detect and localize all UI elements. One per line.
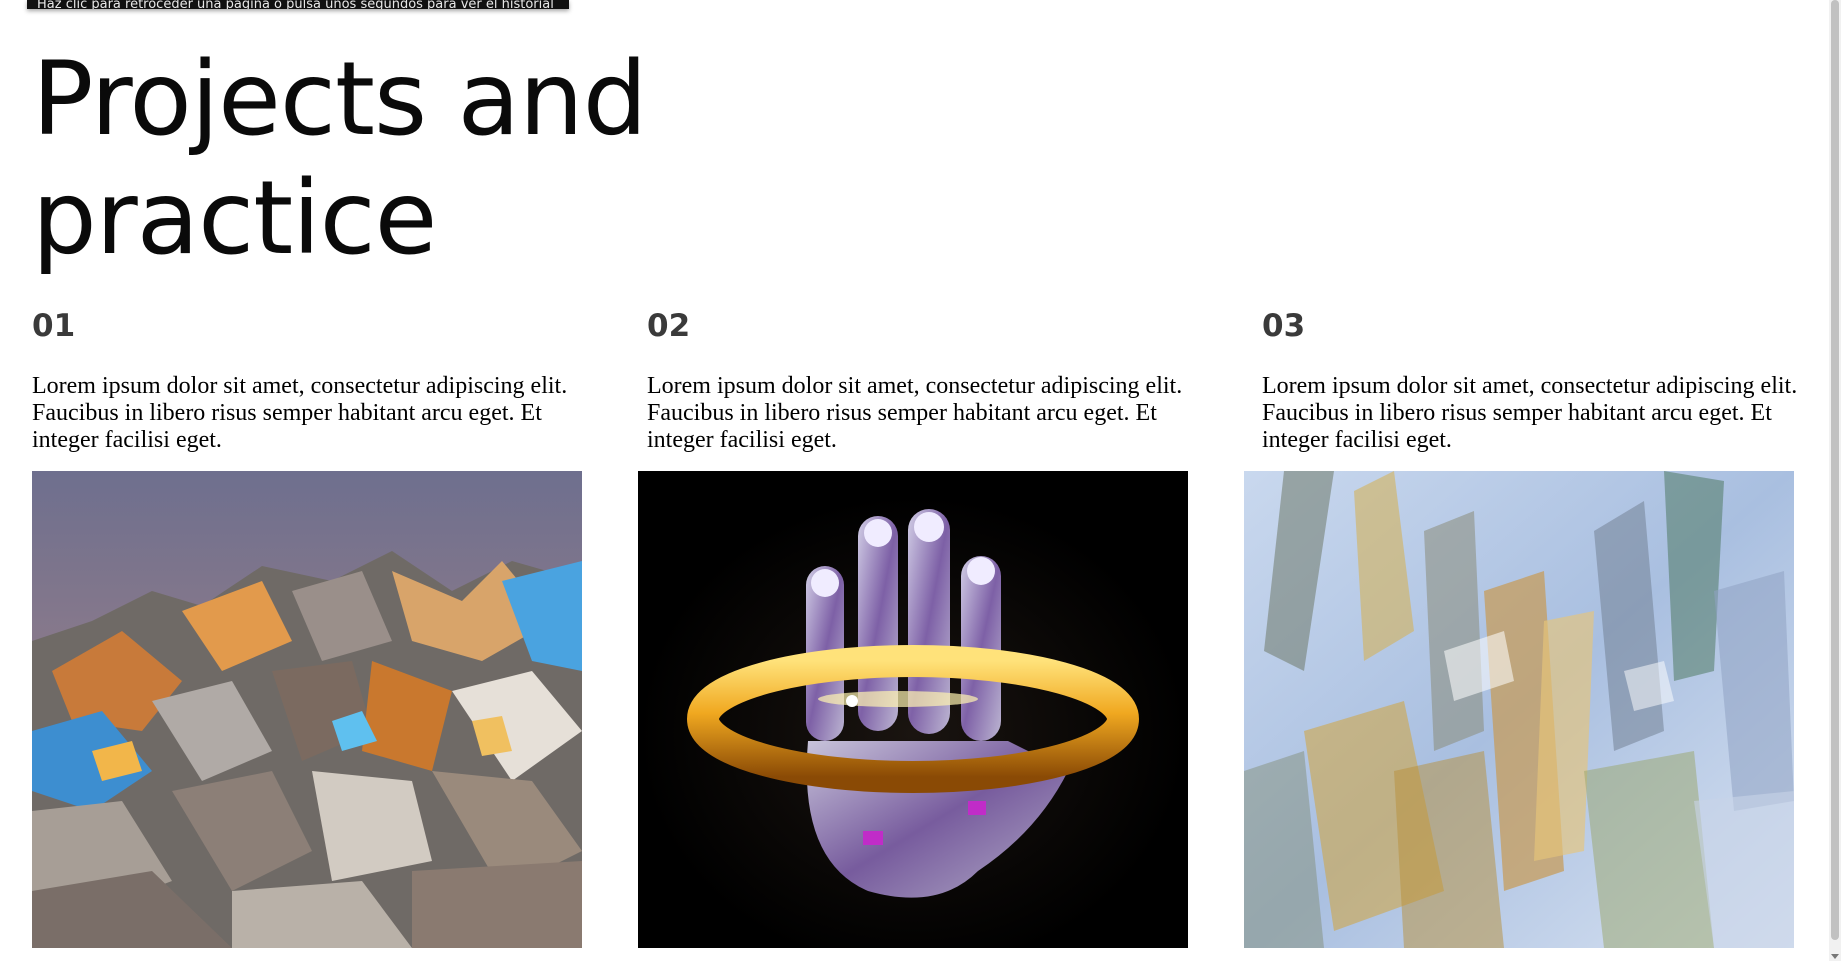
project-number: 02 (647, 308, 691, 344)
back-button-tooltip: Haz clic para retroceder una página o pu… (27, 0, 569, 9)
glass-hand-gold-ring-image (638, 471, 1188, 948)
project-number: 01 (32, 308, 76, 344)
project-description: Lorem ipsum dolor sit amet, consectetur … (1262, 373, 1798, 453)
scrollbar-thumb[interactable] (1831, 0, 1839, 940)
project-description: Lorem ipsum dolor sit amet, consectetur … (32, 373, 568, 453)
project-number: 03 (1262, 308, 1306, 344)
project-card-02: 02 Lorem ipsum dolor sit amet, consectet… (647, 306, 1207, 454)
project-card-01: 01 Lorem ipsum dolor sit amet, consectet… (32, 306, 592, 454)
vertical-scrollbar[interactable] (1829, 0, 1841, 961)
scroll-down-arrow-icon[interactable] (1831, 954, 1839, 959)
page-title: Projects and practice (32, 40, 647, 278)
crumpled-iridescent-foil-image (32, 471, 582, 948)
project-card-03: 03 Lorem ipsum dolor sit amet, consectet… (1262, 306, 1822, 454)
blurred-crystal-shards-image (1244, 471, 1794, 948)
project-description: Lorem ipsum dolor sit amet, consectetur … (647, 373, 1183, 453)
